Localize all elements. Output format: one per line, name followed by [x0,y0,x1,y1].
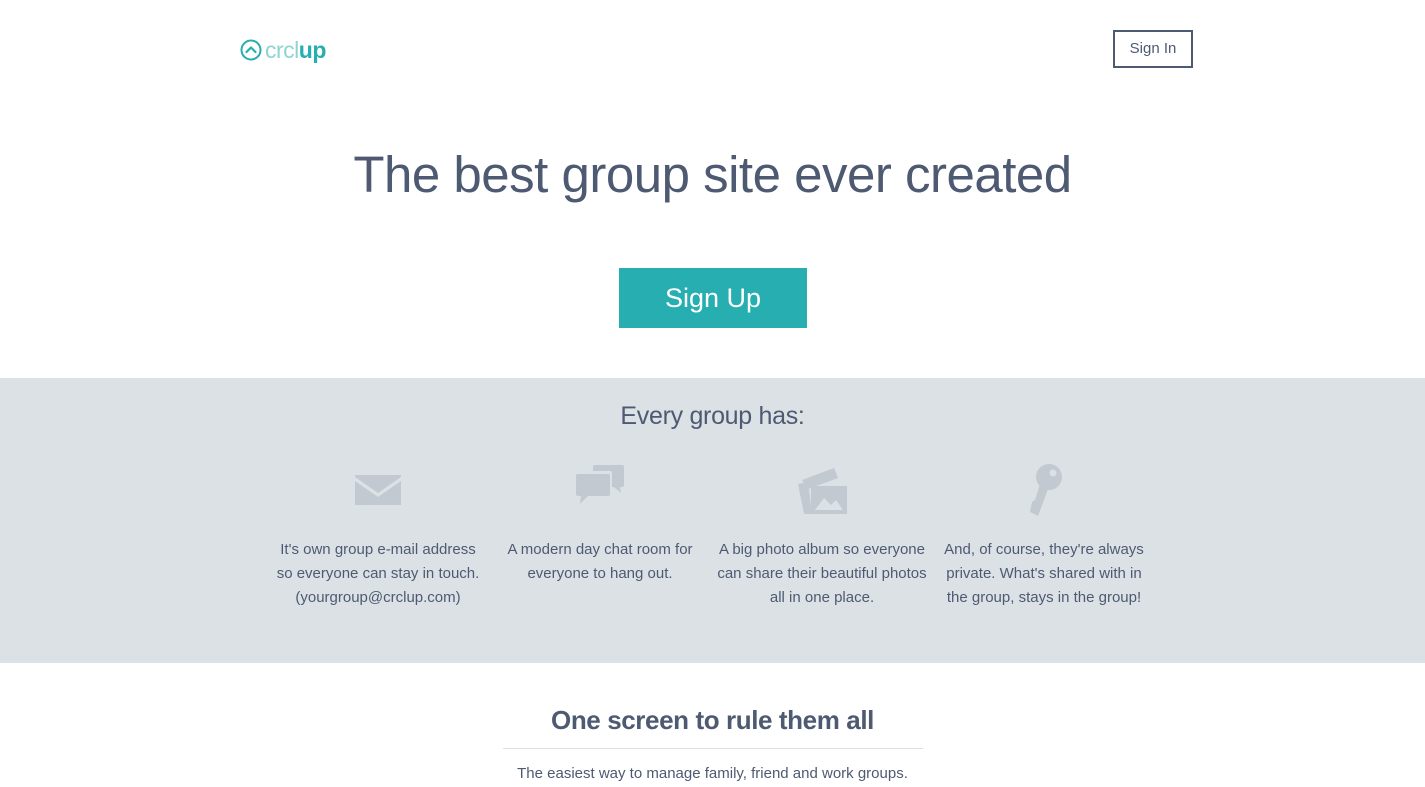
feature-chat-text: A modern day chat room for everyone to h… [507,541,693,582]
crclup-logo[interactable]: crclup [240,36,326,64]
feature-chat: A modern day chat room for everyone to h… [494,462,706,586]
logo-text-up: up [298,37,327,63]
chat-bubbles-icon [576,465,624,504]
feature-privacy-text: And, of course, they're always private. … [944,541,1144,606]
feature-email: It's own group e-mail address so everyon… [272,462,484,610]
sign-up-button[interactable]: Sign Up [619,268,807,328]
photo-album-icon [798,468,847,514]
feature-photos-text: A big photo album so everyone can share … [717,541,927,606]
features-title: Every group has: [620,402,805,430]
section-subtitle: The easiest way to manage family, friend… [517,765,908,782]
logo-wordmark: crclup [265,36,326,64]
circle-chevron-up-icon [240,39,262,61]
section-title: One screen to rule them all [551,705,874,735]
site-header: crclup Sign In [0,0,1425,100]
envelope-icon [355,475,401,505]
logo-text-crcl: crcl [265,37,299,63]
section-divider [503,748,923,749]
features-band: Every group has: It's own group e-mail a… [0,378,1425,663]
feature-email-text: It's own group e-mail address so everyon… [276,541,480,606]
key-icon [1030,464,1062,516]
feature-photos: A big photo album so everyone can share … [716,462,928,610]
hero-title: The best group site ever created [353,146,1072,203]
sign-in-button[interactable]: Sign In [1113,30,1193,68]
feature-privacy: And, of course, they're always private. … [938,462,1150,610]
